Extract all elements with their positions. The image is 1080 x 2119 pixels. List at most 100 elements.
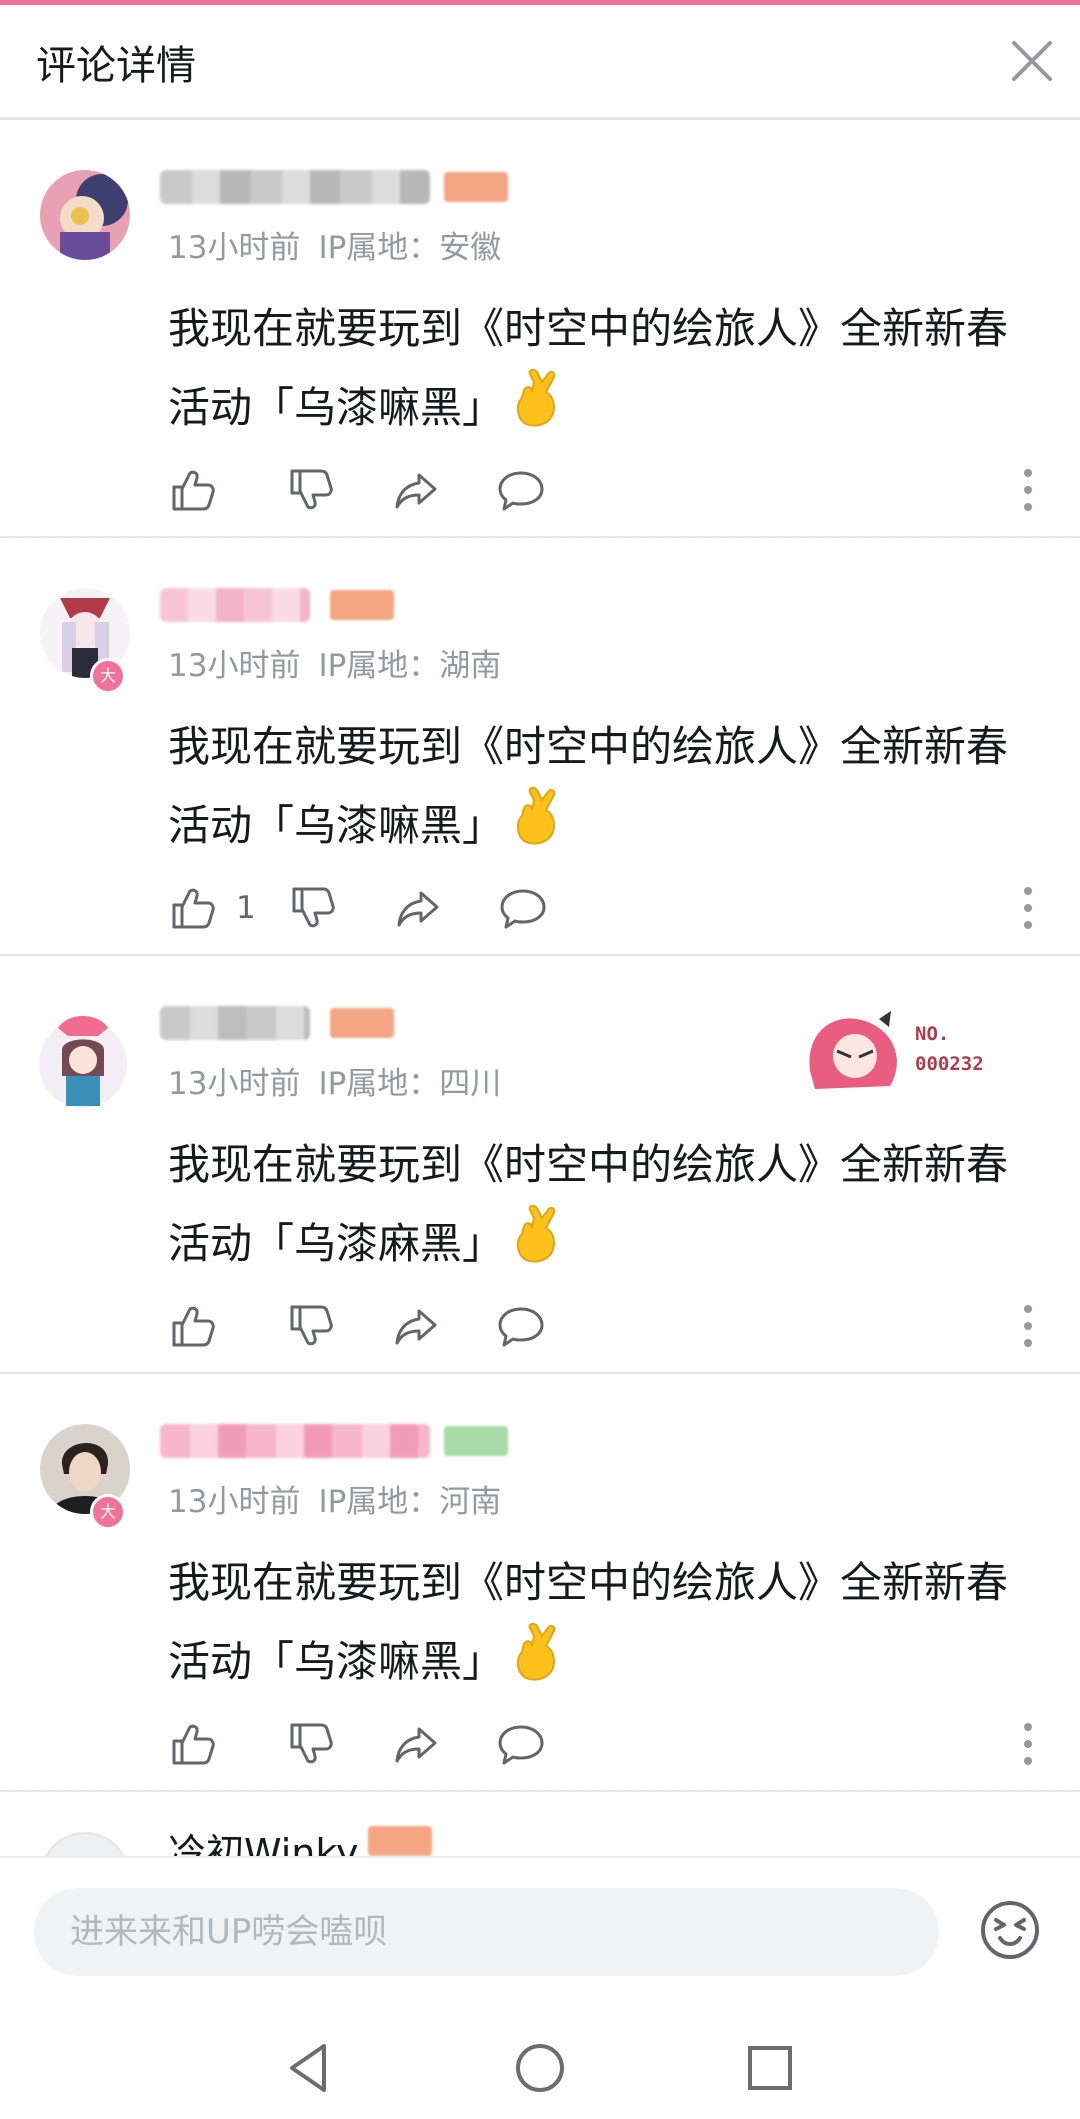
share-icon (395, 1309, 437, 1345)
comment-time: 13小时前 (168, 648, 301, 684)
more-button[interactable] (1020, 1721, 1036, 1767)
more-icon (1024, 1723, 1032, 1765)
comment-meta: 13小时前 IP属地：四川 (168, 1058, 501, 1103)
comment-text: 我现在就要玩到《时空中的绘旅人》全新新春 活动「乌漆嘛黑」 (168, 1544, 1048, 1707)
dislike-button[interactable] (286, 1301, 336, 1351)
comment-line: 活动「乌漆嘛黑」 (168, 383, 505, 432)
reply-button[interactable] (496, 465, 546, 515)
username-blurred[interactable] (160, 1006, 310, 1040)
level-badge: 大 (90, 658, 126, 694)
close-button[interactable] (1004, 33, 1060, 89)
recents-button[interactable] (740, 2038, 800, 2098)
dislike-button[interactable] (286, 465, 336, 515)
share-button[interactable] (391, 1301, 441, 1351)
anime-girl-icon (809, 1011, 897, 1089)
like-button[interactable] (168, 465, 218, 515)
comment-line: 我现在就要玩到《时空中的绘旅人》全新新春 (168, 1558, 1009, 1607)
comment-actions: 1 (168, 883, 548, 933)
comment-item-partial: 冷初Winky (0, 1792, 1080, 1856)
comment-line: 活动「乌漆嘛黑」 (168, 801, 505, 850)
comment-ip: IP属地：湖南 (318, 648, 502, 684)
comment-line: 我现在就要玩到《时空中的绘旅人》全新新春 (168, 722, 1009, 771)
level-badge: 大 (90, 1494, 126, 1530)
more-icon (1024, 469, 1032, 511)
share-icon (397, 891, 439, 927)
reply-button[interactable] (498, 883, 548, 933)
fingers-crossed-emoji (512, 786, 564, 871)
comment-ip: IP属地：河南 (318, 1484, 502, 1520)
back-icon (290, 2044, 326, 2092)
share-icon (395, 473, 437, 509)
comment-line-wrap: 活动「乌漆嘛黑」 (168, 368, 1048, 453)
comment-item: 大 13小时前 IP属地：湖南 我现在就要玩到《时空中的绘旅人》全新新春 活动「乌… (0, 538, 1080, 956)
dislike-button[interactable] (288, 883, 338, 933)
reply-button[interactable] (496, 1719, 546, 1769)
emoji-icon (981, 1901, 1039, 1959)
comment-line: 我现在就要玩到《时空中的绘旅人》全新新春 (168, 1140, 1009, 1189)
comment-line-wrap: 活动「乌漆嘛黑」 (168, 1622, 1048, 1707)
comment-item: 13小时前 IP属地：安徽 我现在就要玩到《时空中的绘旅人》全新新春 活动「乌漆嘛… (0, 120, 1080, 538)
dislike-button[interactable] (286, 1719, 336, 1769)
share-icon (395, 1727, 437, 1763)
like-button[interactable] (168, 883, 218, 933)
back-button[interactable] (280, 2038, 340, 2098)
recents-icon (748, 2046, 792, 2090)
comment-meta: 13小时前 IP属地：湖南 (168, 640, 501, 685)
header: 评论详情 (0, 5, 1080, 120)
dislike-icon (290, 1305, 333, 1346)
share-button[interactable] (393, 883, 443, 933)
system-nav-bar (0, 2018, 1080, 2118)
more-button[interactable] (1020, 885, 1036, 931)
comment-input[interactable] (34, 1888, 939, 1976)
dislike-icon (290, 469, 333, 510)
username[interactable]: 冷初Winky (168, 1822, 359, 1856)
comment-time: 13小时前 (168, 1066, 301, 1102)
like-button[interactable] (168, 1719, 218, 1769)
like-icon (172, 888, 215, 929)
comment-list[interactable]: 13小时前 IP属地：安徽 我现在就要玩到《时空中的绘旅人》全新新春 活动「乌漆嘛… (0, 120, 1080, 1856)
comment-text: 我现在就要玩到《时空中的绘旅人》全新新春 活动「乌漆嘛黑」 (168, 708, 1048, 871)
user-level-tag (330, 1008, 394, 1038)
like-count: 1 (236, 890, 256, 926)
comment-line-wrap: 活动「乌漆麻黑」 (168, 1204, 1048, 1289)
username-blurred[interactable] (160, 1424, 430, 1458)
user-level-tag (368, 1826, 432, 1856)
reply-icon (498, 1725, 544, 1765)
avatar[interactable] (28, 1006, 138, 1116)
dislike-icon (290, 1723, 333, 1764)
comment-item: 大 13小时前 IP属地：河南 我现在就要玩到《时空中的绘旅人》全新新春 活动「乌… (0, 1374, 1080, 1792)
comment-time: 13小时前 (168, 1484, 301, 1520)
share-button[interactable] (391, 1719, 441, 1769)
reply-button[interactable] (496, 1301, 546, 1351)
comment-actions (168, 1301, 546, 1351)
more-icon (1024, 887, 1032, 929)
username-blurred[interactable] (160, 170, 430, 204)
more-button[interactable] (1020, 1303, 1036, 1349)
user-level-tag (330, 590, 394, 620)
emoji-button[interactable] (978, 1898, 1042, 1962)
comment-line: 我现在就要玩到《时空中的绘旅人》全新新春 (168, 304, 1009, 353)
comment-meta: 13小时前 IP属地：河南 (168, 1476, 501, 1521)
comment-line: 活动「乌漆嘛黑」 (168, 1637, 505, 1686)
comment-item: NO. 000232 13小时前 IP属地：四川 我现在就要玩到《时空中的绘旅人》… (0, 956, 1080, 1374)
reply-icon (500, 889, 546, 929)
comment-ip: IP属地：安徽 (318, 230, 502, 266)
more-icon (1024, 1305, 1032, 1347)
share-button[interactable] (391, 465, 441, 515)
fan-badge-pendant[interactable]: NO. 000232 (795, 1001, 1025, 1101)
home-button[interactable] (510, 2038, 570, 2098)
username-blurred[interactable] (160, 588, 310, 622)
like-button[interactable] (168, 1301, 218, 1351)
avatar[interactable] (40, 1832, 130, 1856)
bottom-bar (0, 1856, 1080, 2119)
avatar[interactable] (40, 170, 130, 260)
close-icon (1012, 41, 1052, 81)
comment-time: 13小时前 (168, 230, 301, 266)
user-level-tag (444, 172, 508, 202)
comment-ip: IP属地：四川 (318, 1066, 502, 1102)
more-button[interactable] (1020, 467, 1036, 513)
comment-text: 我现在就要玩到《时空中的绘旅人》全新新春 活动「乌漆嘛黑」 (168, 290, 1048, 453)
page-title: 评论详情 (36, 43, 196, 89)
like-icon (172, 470, 215, 511)
like-icon (172, 1306, 215, 1347)
